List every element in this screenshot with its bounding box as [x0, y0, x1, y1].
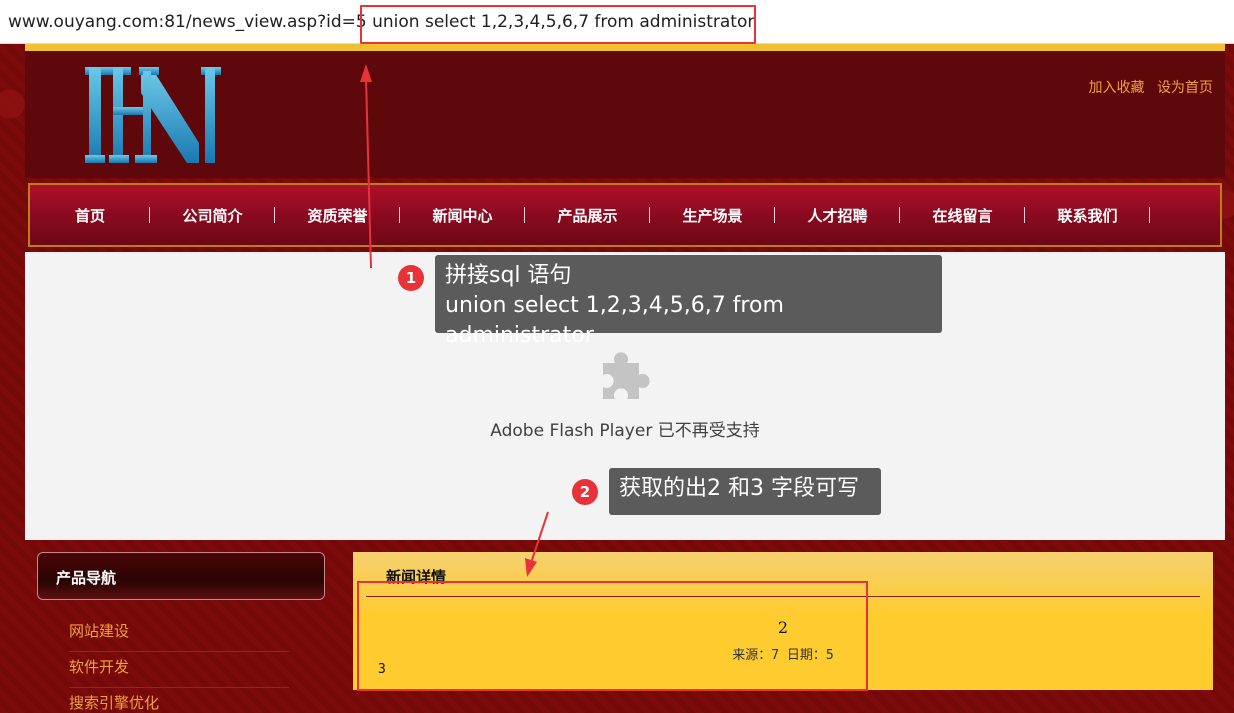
- arrow-1-line: [365, 77, 372, 269]
- annotation-1: 拼接sql 语句 union select 1,2,3,4,5,6,7 from…: [435, 255, 942, 348]
- annotation-1-line1: 拼接sql 语句: [445, 263, 572, 288]
- arrow-2-head: [525, 558, 537, 577]
- annotation-arrows: [360, 64, 549, 577]
- annotation-2: 获取的出2 和3 字段可写: [609, 468, 881, 515]
- annotation-number-1: 1: [398, 265, 424, 291]
- arrow-2-line: [530, 511, 549, 564]
- annotation-2-line1: 获取的出2 和3 字段可写: [619, 476, 859, 501]
- arrow-1-head: [360, 64, 372, 82]
- annotation-1-line2: union select 1,2,3,4,5,6,7 from administ…: [445, 293, 784, 348]
- annotation-number-2: 2: [572, 479, 598, 505]
